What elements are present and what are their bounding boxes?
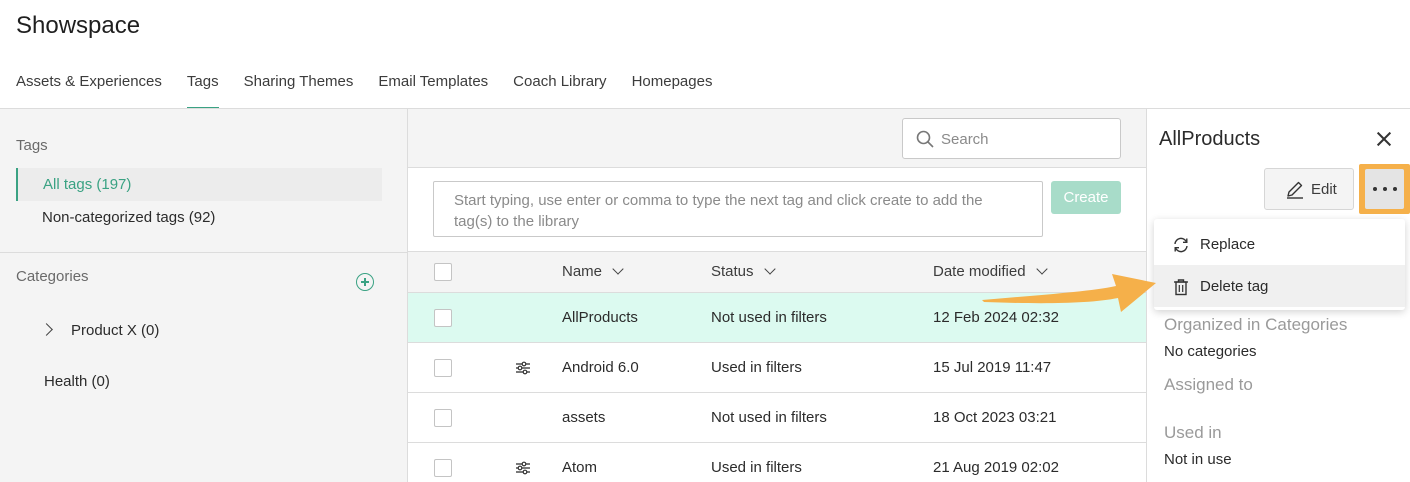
more-dot-icon	[1383, 187, 1387, 191]
table-row[interactable]: Android 6.0 Used in filters 15 Jul 2019 …	[408, 343, 1147, 393]
column-name-label: Name	[562, 263, 603, 280]
select-all-checkbox[interactable]	[434, 263, 452, 281]
sidebar: Tags All tags (197) Non-categorized tags…	[0, 109, 408, 482]
new-tag-input[interactable]: Start typing, use enter or comma to type…	[433, 181, 1043, 237]
row-date: 15 Jul 2019 11:47	[933, 359, 1052, 376]
row-checkbox[interactable]	[434, 409, 452, 427]
panel-title: AllProducts	[1159, 128, 1261, 150]
tab-homepages[interactable]: Homepages	[632, 73, 713, 109]
annotation-arrow-icon	[982, 274, 1156, 312]
add-category-icon[interactable]	[356, 273, 374, 291]
menu-replace-label: Replace	[1200, 236, 1256, 253]
tab-sharing-themes[interactable]: Sharing Themes	[244, 73, 354, 109]
trash-icon	[1174, 279, 1188, 296]
row-name: AllProducts	[562, 309, 638, 326]
column-header-status[interactable]: Status	[711, 263, 776, 280]
search-input[interactable]	[941, 127, 1111, 151]
close-icon[interactable]	[1376, 131, 1392, 147]
row-date: 21 Aug 2019 02:02	[933, 459, 1059, 476]
row-status: Not used in filters	[711, 409, 827, 426]
search-box[interactable]	[902, 118, 1121, 159]
row-checkbox[interactable]	[434, 459, 452, 477]
table-row[interactable]: Atom Used in filters 21 Aug 2019 02:02	[408, 443, 1147, 482]
row-status: Used in filters	[711, 459, 802, 476]
tab-coach-library[interactable]: Coach Library	[513, 73, 606, 109]
pencil-icon	[1287, 181, 1303, 199]
row-checkbox[interactable]	[434, 309, 452, 327]
tab-assets-experiences[interactable]: Assets & Experiences	[16, 73, 162, 109]
main-tabs: Assets & Experiences Tags Sharing Themes…	[16, 73, 737, 109]
column-header-name[interactable]: Name	[562, 263, 624, 280]
edit-button[interactable]: Edit	[1264, 168, 1354, 210]
replace-icon	[1174, 237, 1188, 253]
chevron-down-icon	[763, 263, 776, 275]
row-status: Not used in filters	[711, 309, 827, 326]
category-item-health[interactable]: Health (0)	[18, 365, 318, 398]
create-button[interactable]: Create	[1051, 181, 1121, 214]
row-name: Android 6.0	[562, 359, 639, 376]
used-in-label: Used in	[1164, 423, 1222, 442]
more-dot-icon	[1373, 187, 1377, 191]
organized-label: Organized in Categories	[1164, 315, 1348, 334]
organized-value: No categories	[1164, 343, 1257, 360]
sidebar-item-all-tags[interactable]: All tags (197)	[16, 168, 382, 201]
create-tag-area: Start typing, use enter or comma to type…	[408, 169, 1147, 251]
sidebar-item-non-categorized[interactable]: Non-categorized tags (92)	[16, 201, 382, 234]
table-row[interactable]: assets Not used in filters 18 Oct 2023 0…	[408, 393, 1147, 443]
column-status-label: Status	[711, 263, 754, 280]
edit-label: Edit	[1311, 181, 1337, 198]
tab-email-templates[interactable]: Email Templates	[378, 73, 488, 109]
menu-item-delete-tag[interactable]: Delete tag	[1154, 265, 1405, 307]
content-toolbar	[408, 109, 1147, 168]
row-checkbox[interactable]	[434, 359, 452, 377]
menu-item-replace[interactable]: Replace	[1154, 223, 1405, 265]
row-name: assets	[562, 409, 606, 426]
tags-section-title: Tags	[16, 137, 48, 154]
row-date: 18 Oct 2023 03:21	[933, 409, 1057, 426]
category-item-product-x[interactable]: Product X (0)	[45, 314, 345, 347]
chevron-down-icon	[612, 263, 624, 275]
row-name: Atom	[562, 459, 598, 476]
filter-usage-icon	[516, 461, 530, 475]
row-status: Used in filters	[711, 359, 802, 376]
search-icon	[916, 130, 934, 148]
used-in-value: Not in use	[1164, 451, 1232, 468]
menu-delete-label: Delete tag	[1200, 278, 1269, 295]
sidebar-divider	[0, 252, 407, 253]
filter-usage-icon	[516, 361, 530, 375]
app-title: Showspace	[16, 12, 141, 39]
categories-section-title: Categories	[16, 268, 89, 285]
assigned-label: Assigned to	[1164, 375, 1253, 394]
more-dot-icon	[1393, 187, 1397, 191]
more-options-button[interactable]	[1365, 169, 1404, 209]
tab-tags[interactable]: Tags	[186, 73, 219, 109]
more-options-menu: Replace Delete tag	[1154, 219, 1405, 310]
